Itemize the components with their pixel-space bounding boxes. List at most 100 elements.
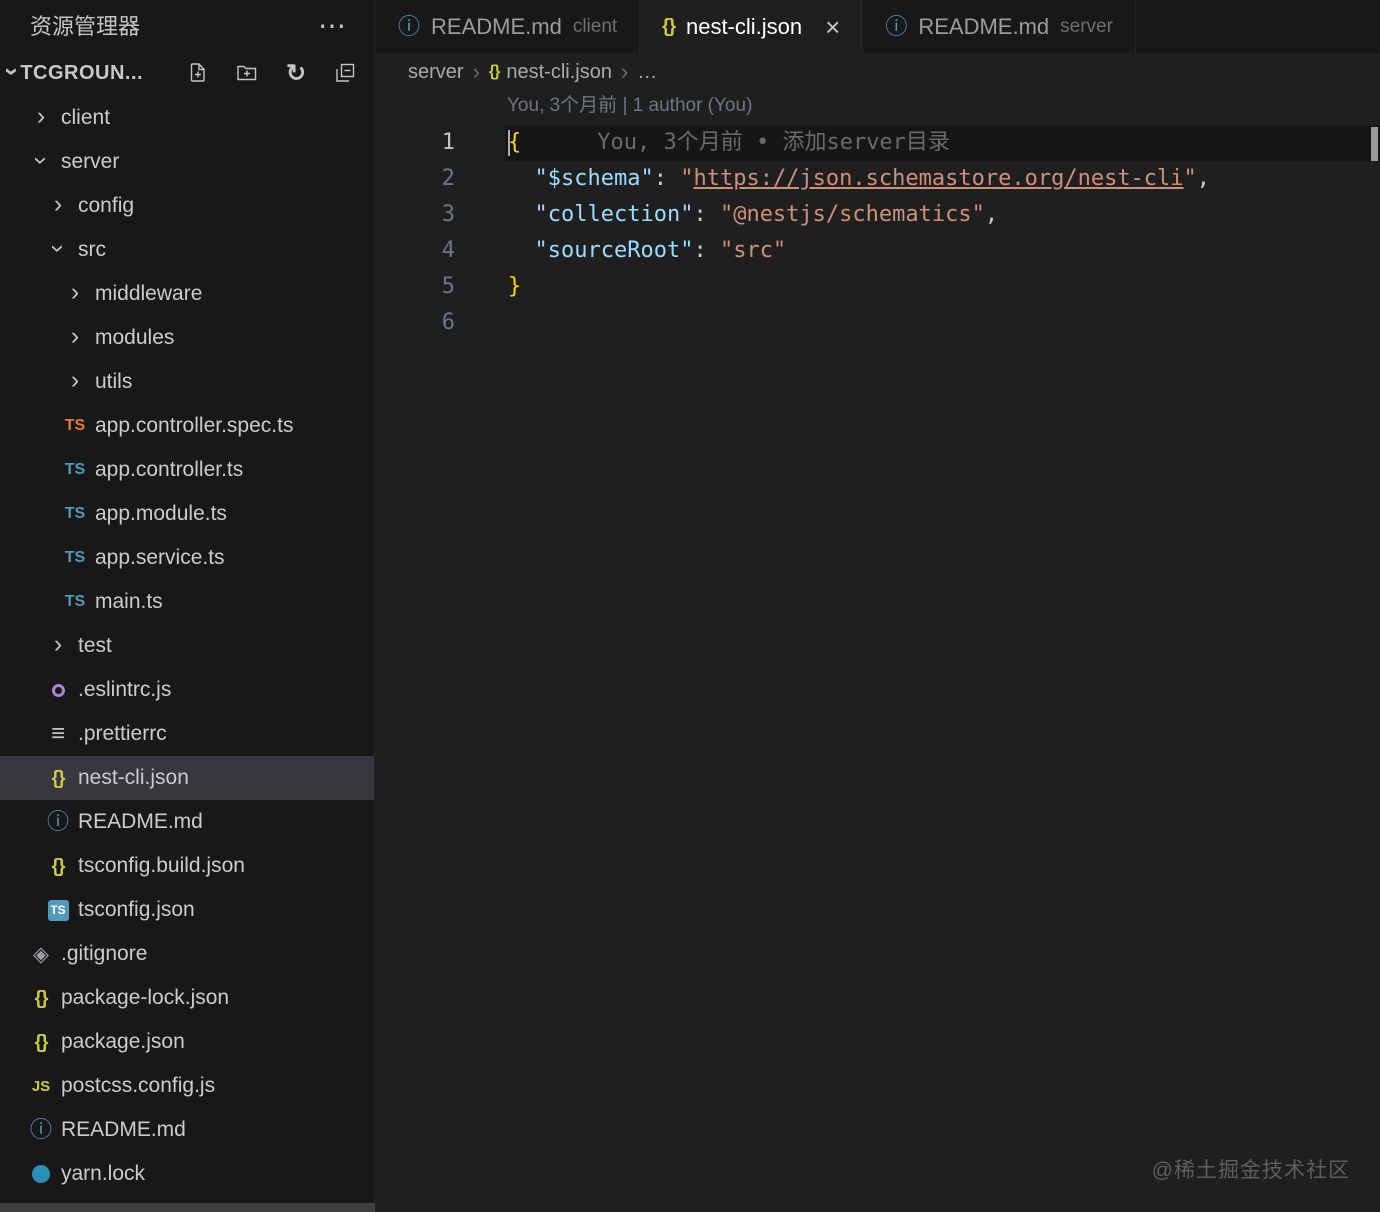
editor: You, 3个月前 | 1 author (You) 1 {You, 3个月前 •…: [376, 91, 1380, 1212]
file-icon-slot: ⓘ: [45, 811, 71, 833]
tree-item-client[interactable]: › client: [0, 96, 374, 140]
line-number[interactable]: 1: [376, 125, 455, 161]
line-number[interactable]: 4: [376, 233, 455, 269]
schema-url-link[interactable]: https://json.schemastore.org/nest-cli: [693, 166, 1183, 191]
tab-label: nest-cli.json: [685, 13, 803, 39]
code-token: ": [1183, 166, 1197, 191]
tree-item-tsconfig.build.json[interactable]: {} tsconfig.build.json: [0, 844, 374, 888]
line-content[interactable]: {You, 3个月前 • 添加server目录: [505, 125, 1380, 161]
tree-item-nest-cli.json[interactable]: {} nest-cli.json: [0, 756, 374, 800]
line-number[interactable]: 2: [376, 161, 455, 197]
file-icon-slot: TS: [62, 462, 88, 478]
line-content[interactable]: [505, 305, 1380, 341]
file-icon-slot: {}: [45, 769, 71, 788]
code-token: ,: [984, 202, 999, 227]
folder-chevron-slot: ›: [62, 279, 88, 307]
breadcrumb-item-…[interactable]: …: [637, 61, 657, 84]
tree-item-app.controller.ts[interactable]: TS app.controller.ts: [0, 448, 374, 492]
tab-label: README.md: [918, 13, 1050, 39]
refresh-icon[interactable]: ↻: [283, 60, 309, 87]
file-name: app.controller.spec.ts: [95, 414, 294, 437]
breadcrumb-label: …: [637, 60, 658, 83]
file-name: package.json: [61, 1030, 185, 1053]
json-icon: {}: [51, 855, 66, 877]
close-icon[interactable]: ×: [825, 14, 840, 40]
tree-item-package-lock.json[interactable]: {} package-lock.json: [0, 976, 374, 1020]
line-number[interactable]: 3: [376, 197, 455, 233]
git-icon: ◈: [32, 942, 50, 966]
markdown-info-icon: ⓘ: [46, 809, 69, 834]
section-actions: ↻: [185, 60, 374, 87]
tree-item-main.ts[interactable]: TS main.ts: [0, 580, 374, 624]
line-number[interactable]: 5: [376, 269, 455, 305]
folder-name: modules: [95, 326, 175, 349]
tree-item-modules[interactable]: › modules: [0, 316, 374, 360]
tab-README.md-server[interactable]: ⓘ README.md server: [863, 0, 1136, 53]
breadcrumb-item-nest-cli.json[interactable]: {} nest-cli.json: [489, 61, 612, 84]
tree-item-README.md[interactable]: ⓘ README.md: [0, 800, 374, 844]
tab-nest-cli.json[interactable]: {} nest-cli.json ×: [640, 0, 864, 53]
chevron-right-icon: ›: [70, 365, 80, 394]
folder-chevron-slot: ›: [62, 365, 88, 395]
chevron-down-icon: ›: [44, 243, 73, 253]
tree-item-src[interactable]: › src: [0, 228, 374, 272]
collapse-all-icon[interactable]: [332, 60, 358, 86]
code-line-2: 2 "$schema": "https://json.schemastore.o…: [376, 161, 1380, 197]
folder-name: utils: [95, 370, 133, 393]
tree-item-postcss.config.js[interactable]: JS postcss.config.js: [0, 1064, 374, 1108]
tree-item-middleware[interactable]: › middleware: [0, 272, 374, 316]
file-name: .prettierrc: [78, 722, 167, 745]
tree-item-yarn.lock[interactable]: yarn.lock: [0, 1152, 374, 1196]
chevron-right-icon: ›: [70, 321, 80, 350]
tree-item-app.service.ts[interactable]: TS app.service.ts: [0, 536, 374, 580]
tree-item-app.module.ts[interactable]: TS app.module.ts: [0, 492, 374, 536]
code-token: "collection": [534, 202, 694, 227]
chevron-down-icon: ›: [0, 66, 27, 76]
git-blame-header[interactable]: You, 3个月前 | 1 author (You): [376, 91, 1380, 125]
new-file-icon[interactable]: [185, 60, 211, 86]
code-token: "src": [719, 238, 787, 263]
tree-item-.gitignore[interactable]: ◈ .gitignore: [0, 932, 374, 976]
line-number[interactable]: 6: [376, 305, 455, 341]
explorer-header: 资源管理器 ⋯: [0, 0, 374, 50]
file-icon-slot: {}: [28, 1033, 54, 1052]
tree-item-.eslintrc.js[interactable]: .eslintrc.js: [0, 668, 374, 712]
new-folder-icon[interactable]: [234, 60, 260, 86]
line-content[interactable]: "sourceRoot": "src": [505, 233, 1380, 269]
file-name: postcss.config.js: [61, 1074, 216, 1097]
code-token: "@nestjs/schematics": [719, 202, 985, 227]
line-content[interactable]: "$schema": "https://json.schemastore.org…: [505, 161, 1380, 197]
code-area: 1 {You, 3个月前 • 添加server目录 2 "$schema": "ht…: [376, 125, 1380, 341]
json-icon: {}: [51, 767, 66, 789]
tree-item-config[interactable]: › config: [0, 184, 374, 228]
tree-item-tsconfig.json[interactable]: TS tsconfig.json: [0, 888, 374, 932]
line-content[interactable]: "collection": "@nestjs/schematics",: [505, 197, 1380, 233]
typescript-icon: TS: [64, 505, 86, 522]
chevron-right-icon: ›: [53, 189, 63, 218]
breadcrumb-item-server[interactable]: server: [408, 61, 464, 84]
folder-name: src: [78, 238, 106, 261]
eslint-icon: [51, 683, 65, 697]
typescript-icon: TS: [64, 549, 86, 566]
tree-item-README.md[interactable]: ⓘ README.md: [0, 1108, 374, 1152]
tree-item-app.controller.spec.ts[interactable]: TS app.controller.spec.ts: [0, 404, 374, 448]
sidebar-horizontal-scrollbar[interactable]: [0, 1203, 375, 1212]
tsconfig-icon: TS: [47, 899, 69, 921]
more-actions-icon[interactable]: ⋯: [318, 9, 348, 42]
line-content[interactable]: }: [505, 269, 1380, 305]
tab-bar: ⓘ README.md client {} nest-cli.json × ⓘ README.…: [376, 0, 1380, 53]
tree-item-package.json[interactable]: {} package.json: [0, 1020, 374, 1064]
file-icon-slot: {}: [45, 857, 71, 876]
file-icon-slot: TS: [62, 550, 88, 566]
tree-item-test[interactable]: › test: [0, 624, 374, 668]
tree-item-.prettierrc[interactable]: ≡ .prettierrc: [0, 712, 374, 756]
overview-ruler-marker[interactable]: [1371, 127, 1378, 161]
tree-item-utils[interactable]: › utils: [0, 360, 374, 404]
workspace-section-header[interactable]: › TCGROUN... ↻: [0, 50, 374, 96]
file-icon-slot: ≡: [45, 722, 71, 746]
folder-name: client: [61, 106, 111, 129]
tab-README.md-client[interactable]: ⓘ README.md client: [376, 0, 641, 53]
tree-item-server[interactable]: › server: [0, 140, 374, 184]
json-icon: {}: [34, 987, 49, 1009]
